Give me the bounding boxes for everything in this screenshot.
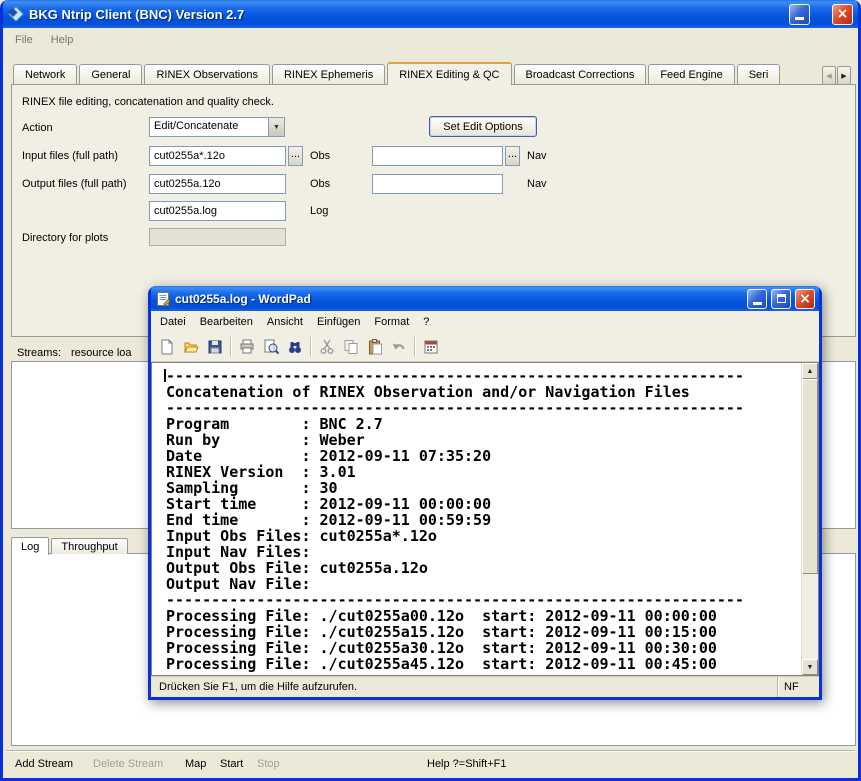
scroll-down-icon[interactable]: ▼ xyxy=(802,659,818,675)
scrollbar-thumb[interactable] xyxy=(802,379,818,574)
set-edit-options-button[interactable]: Set Edit Options xyxy=(429,116,537,137)
close-button[interactable]: × xyxy=(832,4,853,25)
text-cursor xyxy=(164,369,166,382)
bnc-titlebar[interactable]: BKG Ntrip Client (BNC) Version 2.7 × xyxy=(3,0,858,28)
menu-einfuegen[interactable]: Einfügen xyxy=(310,314,367,330)
wordpad-titlebar[interactable]: cut0255a.log - WordPad × xyxy=(151,286,819,311)
browse-input-nav-button[interactable]: ... xyxy=(505,146,520,166)
minimize-icon xyxy=(795,17,804,20)
panel-description: RINEX file editing, concatenation and qu… xyxy=(22,96,274,108)
delete-stream-button: Delete Stream xyxy=(93,758,163,770)
output-log-field[interactable] xyxy=(149,201,286,221)
vertical-scrollbar[interactable]: ▲ ▼ xyxy=(801,363,818,675)
toolbar-separator xyxy=(230,337,231,357)
wordpad-window: cut0255a.log - WordPad × Datei Bearbeite… xyxy=(148,286,822,700)
wordpad-window-title: cut0255a.log - WordPad xyxy=(175,292,743,306)
statusbar-help-text: Drücken Sie F1, um die Hilfe aufzurufen. xyxy=(151,681,777,693)
wordpad-toolbar xyxy=(151,332,819,362)
streams-header-partial: resource loa xyxy=(71,347,132,359)
scroll-up-icon[interactable]: ▲ xyxy=(802,363,818,379)
chevron-down-icon[interactable]: ▼ xyxy=(268,118,284,136)
output-nav-field[interactable] xyxy=(372,174,503,194)
wordpad-close-button[interactable]: × xyxy=(795,289,815,309)
wordpad-menubar: Datei Bearbeiten Ansicht Einfügen Format… xyxy=(151,311,819,332)
tab-broadcast-corrections[interactable]: Broadcast Corrections xyxy=(514,64,647,84)
log-file-content[interactable]: ----------------------------------------… xyxy=(152,363,818,672)
bnc-menubar: File Help xyxy=(6,28,855,52)
document-area[interactable]: ----------------------------------------… xyxy=(151,362,819,676)
save-icon[interactable] xyxy=(203,335,226,359)
input-nav-unit-label: Nav xyxy=(527,150,547,162)
action-label: Action xyxy=(22,122,53,134)
close-icon: × xyxy=(799,292,811,306)
tab-log[interactable]: Log xyxy=(11,537,49,555)
tab-rinex-ephemeris[interactable]: RINEX Ephemeris xyxy=(272,64,385,84)
map-button[interactable]: Map xyxy=(185,758,206,770)
statusbar-numlock-indicator: NF xyxy=(777,677,819,697)
bnc-tabbar: Network General RINEX Observations RINEX… xyxy=(13,62,818,85)
menu-datei[interactable]: Datei xyxy=(153,314,193,330)
output-log-unit-label: Log xyxy=(310,205,328,217)
close-icon: × xyxy=(837,7,849,21)
menu-hilfe[interactable]: ? xyxy=(416,314,436,330)
toolbar-separator xyxy=(310,337,311,357)
tab-general[interactable]: General xyxy=(79,64,142,84)
cut-icon xyxy=(315,335,338,359)
output-nav-unit-label: Nav xyxy=(527,178,547,190)
input-obs-field[interactable] xyxy=(149,146,286,166)
output-obs-field[interactable] xyxy=(149,174,286,194)
menu-format[interactable]: Format xyxy=(367,314,416,330)
find-icon[interactable] xyxy=(283,335,306,359)
print-icon[interactable] xyxy=(235,335,258,359)
tab-scroll-left-icon[interactable]: ◀ xyxy=(822,66,836,85)
tab-rinex-observations[interactable]: RINEX Observations xyxy=(144,64,269,84)
undo-icon xyxy=(387,335,410,359)
add-stream-button[interactable]: Add Stream xyxy=(15,758,73,770)
browse-input-obs-button[interactable]: ... xyxy=(288,146,303,166)
toolbar-separator xyxy=(414,337,415,357)
bottom-tabbar: Log Throughput xyxy=(11,536,130,554)
paste-icon[interactable] xyxy=(363,335,386,359)
bnc-window-title: BKG Ntrip Client (BNC) Version 2.7 xyxy=(29,7,784,22)
tab-serial-output[interactable]: Seri xyxy=(737,64,781,84)
minimize-button[interactable] xyxy=(789,4,810,25)
date-time-icon[interactable] xyxy=(419,335,442,359)
menu-file[interactable]: File xyxy=(6,31,42,49)
start-button[interactable]: Start xyxy=(220,758,243,770)
plots-directory-label: Directory for plots xyxy=(22,232,108,244)
minimize-icon xyxy=(753,302,762,305)
help-shortcut-label[interactable]: Help ?=Shift+F1 xyxy=(427,758,507,770)
wordpad-maximize-button[interactable] xyxy=(771,289,791,309)
plots-directory-field xyxy=(149,228,286,246)
print-preview-icon[interactable] xyxy=(259,335,282,359)
copy-icon xyxy=(339,335,362,359)
wordpad-app-icon xyxy=(155,291,171,307)
input-obs-unit-label: Obs xyxy=(310,150,330,162)
menu-bearbeiten[interactable]: Bearbeiten xyxy=(193,314,260,330)
open-file-icon[interactable] xyxy=(179,335,202,359)
input-nav-field[interactable] xyxy=(372,146,503,166)
menu-help[interactable]: Help xyxy=(42,31,83,49)
tab-throughput[interactable]: Throughput xyxy=(51,538,127,554)
stop-button: Stop xyxy=(257,758,280,770)
tab-network[interactable]: Network xyxy=(13,64,77,84)
menu-ansicht[interactable]: Ansicht xyxy=(260,314,310,330)
bnc-app-icon xyxy=(8,6,24,22)
tab-feed-engine[interactable]: Feed Engine xyxy=(648,64,734,84)
wordpad-minimize-button[interactable] xyxy=(747,289,767,309)
action-combobox[interactable]: Edit/Concatenate ▼ xyxy=(149,117,285,137)
output-obs-unit-label: Obs xyxy=(310,178,330,190)
wordpad-statusbar: Drücken Sie F1, um die Hilfe aufzurufen.… xyxy=(151,676,819,697)
maximize-icon xyxy=(777,294,786,303)
tab-scroll-right-icon[interactable]: ▶ xyxy=(837,66,851,85)
footer-divider xyxy=(6,750,855,751)
action-combobox-value: Edit/Concatenate xyxy=(150,118,268,136)
output-files-label: Output files (full path) xyxy=(22,178,127,190)
tab-rinex-editing-qc[interactable]: RINEX Editing & QC xyxy=(387,62,511,85)
input-files-label: Input files (full path) xyxy=(22,150,118,162)
new-document-icon[interactable] xyxy=(155,335,178,359)
streams-label: Streams: xyxy=(17,347,61,359)
